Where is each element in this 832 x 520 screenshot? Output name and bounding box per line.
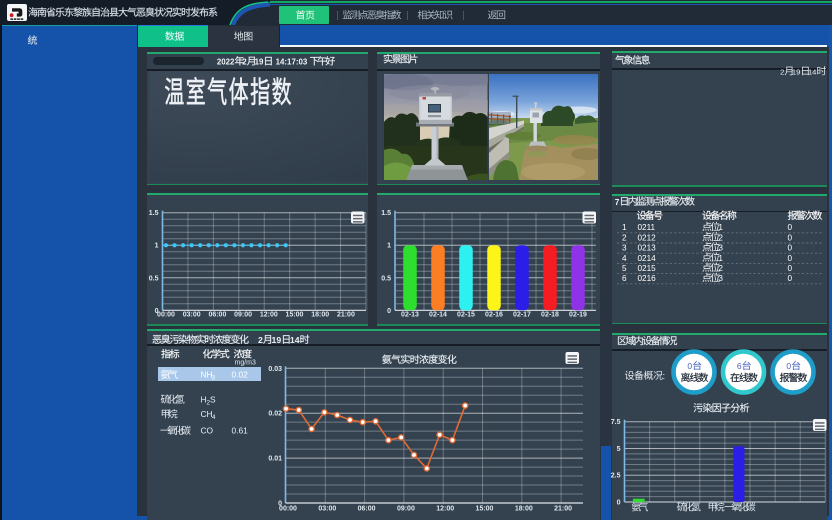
svg-text:14: 14	[290, 335, 300, 345]
svg-text:02-15: 02-15	[457, 312, 475, 319]
svg-text:00:00: 00:00	[279, 506, 297, 513]
svg-text:6: 6	[737, 361, 742, 371]
svg-text:2022: 2022	[217, 58, 235, 67]
svg-text:7.5: 7.5	[611, 419, 621, 426]
svg-text:1: 1	[622, 223, 627, 232]
svg-text:02-18: 02-18	[541, 312, 559, 319]
svg-text:1.5: 1.5	[149, 210, 159, 217]
svg-text::: :	[663, 371, 666, 382]
svg-text:12:00: 12:00	[260, 312, 278, 319]
svg-text:0: 0	[786, 361, 791, 371]
svg-text:0.02: 0.02	[232, 370, 249, 380]
svg-text:03:00: 03:00	[183, 312, 201, 319]
svg-text:3: 3	[212, 375, 216, 382]
svg-text:0.02: 0.02	[268, 411, 282, 418]
svg-text:0: 0	[617, 500, 621, 507]
svg-text:S: S	[210, 395, 216, 405]
svg-text:6: 6	[622, 274, 627, 283]
svg-text:00:00: 00:00	[157, 312, 175, 319]
svg-text:12:00: 12:00	[436, 506, 454, 513]
svg-text:0: 0	[687, 361, 692, 371]
svg-text:0: 0	[788, 274, 793, 283]
svg-text:0213: 0213	[638, 244, 657, 253]
svg-text:2: 2	[780, 68, 784, 77]
svg-text:06:00: 06:00	[208, 312, 226, 319]
svg-text:5: 5	[617, 446, 621, 453]
svg-text:21:00: 21:00	[337, 312, 355, 319]
svg-text:2: 2	[258, 335, 263, 345]
svg-text:14:17:03: 14:17:03	[276, 58, 308, 67]
svg-text:3: 3	[718, 244, 723, 253]
svg-text:0.5: 0.5	[381, 275, 391, 282]
svg-text:0: 0	[788, 244, 793, 253]
svg-text:09:00: 09:00	[397, 506, 415, 513]
svg-text:0.5: 0.5	[149, 275, 159, 282]
svg-text:06:00: 06:00	[358, 506, 376, 513]
svg-text:2: 2	[718, 233, 723, 242]
svg-text:14: 14	[808, 68, 816, 77]
svg-text:1.5: 1.5	[381, 210, 391, 217]
svg-text:4: 4	[622, 254, 627, 263]
svg-text:0: 0	[788, 233, 793, 242]
svg-text:19: 19	[255, 58, 264, 67]
svg-text:02-13: 02-13	[401, 312, 419, 319]
svg-text:2: 2	[622, 233, 627, 242]
svg-text:5: 5	[622, 264, 627, 273]
svg-text:3: 3	[622, 244, 627, 253]
svg-text:0: 0	[387, 308, 391, 315]
svg-text:19: 19	[792, 68, 800, 77]
svg-text:0214: 0214	[638, 254, 657, 263]
svg-text:1: 1	[718, 254, 723, 263]
svg-text:0: 0	[788, 264, 793, 273]
svg-text:0.61: 0.61	[232, 426, 249, 436]
svg-text:02-14: 02-14	[429, 312, 447, 319]
svg-text:19: 19	[272, 335, 282, 345]
svg-text:2: 2	[242, 58, 247, 67]
svg-text:0216: 0216	[638, 274, 657, 283]
svg-text:21:00: 21:00	[554, 506, 572, 513]
svg-text:2: 2	[718, 264, 723, 273]
svg-text:02-17: 02-17	[513, 312, 531, 319]
svg-text:09:00: 09:00	[234, 312, 252, 319]
svg-text:15:00: 15:00	[476, 506, 494, 513]
svg-text:4: 4	[212, 414, 216, 421]
svg-text:2.5: 2.5	[611, 473, 621, 480]
svg-text:0.03: 0.03	[268, 366, 282, 373]
svg-text:7: 7	[615, 198, 620, 207]
svg-text:15:00: 15:00	[286, 312, 304, 319]
svg-text:0.01: 0.01	[268, 456, 282, 463]
svg-text:1: 1	[718, 223, 723, 232]
svg-text:0211: 0211	[638, 223, 656, 232]
svg-text:mg/m3: mg/m3	[235, 360, 257, 367]
svg-text:18:00: 18:00	[311, 312, 329, 319]
svg-text:02-16: 02-16	[485, 312, 503, 319]
svg-text:3: 3	[718, 274, 723, 283]
svg-text:0: 0	[788, 223, 793, 232]
svg-text:0215: 0215	[638, 264, 657, 273]
svg-text:0: 0	[788, 254, 793, 263]
svg-text:1: 1	[387, 243, 391, 250]
svg-text:02-19: 02-19	[569, 312, 587, 319]
svg-text:CH: CH	[201, 409, 213, 419]
svg-text:1: 1	[155, 243, 159, 250]
svg-text:CO: CO	[201, 426, 214, 436]
svg-text:0212: 0212	[638, 233, 657, 242]
svg-text:03:00: 03:00	[318, 506, 336, 513]
svg-text:18:00: 18:00	[515, 506, 533, 513]
